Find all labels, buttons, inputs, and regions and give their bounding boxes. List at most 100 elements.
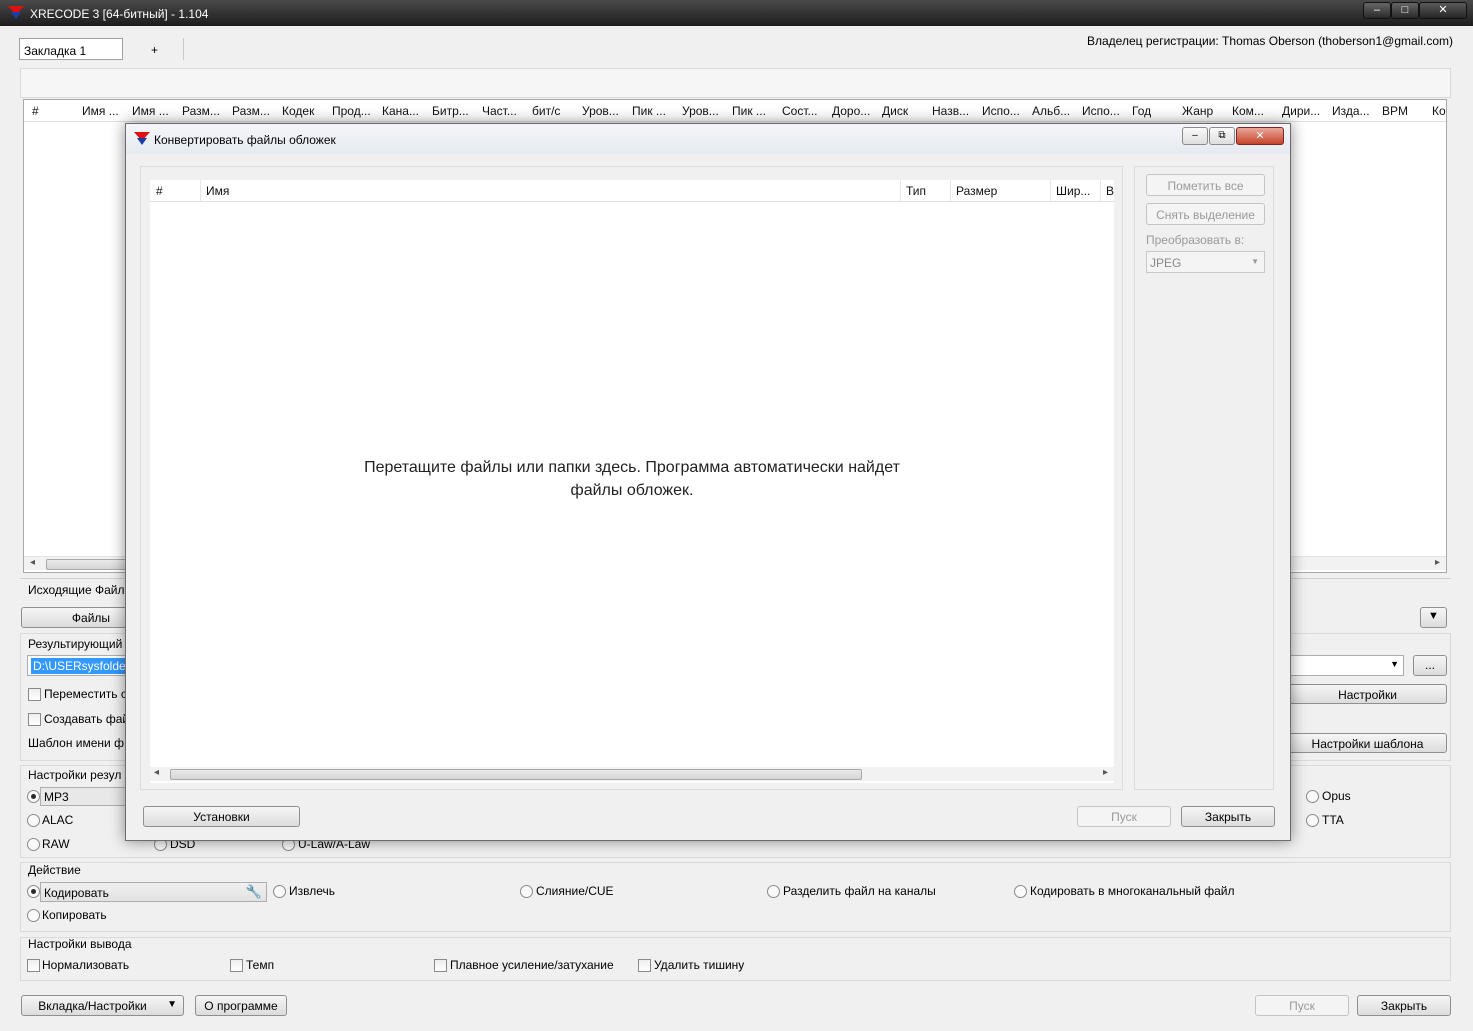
column-header[interactable]: бит/с [532,104,580,118]
cover-list-header: # Имя Тип Размер Шир... В [150,180,1114,202]
column-separator[interactable] [1100,180,1101,201]
encode-field[interactable]: Кодировать 🔧 [40,882,267,902]
mark-all-button[interactable]: Пометить все [1146,174,1265,196]
column-header[interactable]: Прод... [332,104,380,118]
raw-radio[interactable] [27,838,40,851]
dialog-close-action-button[interactable]: Закрыть [1181,806,1275,827]
dialog-title-bar: Конвертировать файлы обложек – ⧉ ✕ [126,124,1290,154]
file-list-scroll-thumb[interactable] [46,559,136,570]
tab-1[interactable]: Закладка 1 [19,38,123,60]
cover-column-header[interactable]: Тип [906,184,954,198]
column-header[interactable]: Испо... [1082,104,1130,118]
column-header[interactable]: Ком... [1232,104,1280,118]
browse-button[interactable]: ... [1413,655,1447,676]
maximize-button[interactable]: □ [1391,2,1419,19]
fade-checkbox[interactable] [434,959,447,972]
mp3-radio[interactable] [27,790,40,803]
close-window-button[interactable]: ✕ [1419,2,1467,19]
dialog-close-button[interactable]: ✕ [1236,127,1284,145]
column-separator[interactable] [200,180,201,201]
column-header[interactable]: Пик ... [632,104,680,118]
silence-label: Удалить тишину [654,958,745,972]
add-tab-label: + [150,43,158,57]
cover-column-header[interactable]: Размер [956,184,1054,198]
column-header[interactable]: Год [1132,104,1180,118]
tab-settings-button[interactable]: Вкладка/Настройки ▼ [21,995,184,1016]
tempo-checkbox[interactable] [230,959,243,972]
dialog-settings-button[interactable]: Установки [143,806,300,827]
split-radio[interactable] [767,885,780,898]
column-header[interactable]: Пик ... [732,104,780,118]
move-label: Переместить с [44,687,127,701]
output-settings-button[interactable]: Настройки [1288,684,1447,704]
about-button[interactable]: О программе [195,995,287,1016]
column-header[interactable]: Изда... [1332,104,1380,118]
column-header[interactable]: Назв... [932,104,980,118]
tempo-label: Темп [246,958,275,972]
column-header[interactable]: BPM [1382,104,1430,118]
unselect-button[interactable]: Снять выделение [1146,203,1265,225]
column-header[interactable]: Имя ... [132,104,180,118]
column-header[interactable]: Кана... [382,104,430,118]
scroll-left-icon[interactable]: ◂ [154,767,159,778]
cover-column-header[interactable]: В [1106,184,1114,198]
cover-list-scroll-thumb[interactable] [170,769,862,780]
extract-radio[interactable] [273,885,286,898]
multichannel-radio[interactable] [1014,885,1027,898]
scroll-right-icon[interactable]: ▸ [1435,557,1440,568]
tta-radio[interactable] [1306,814,1319,827]
column-header[interactable]: Испо... [982,104,1030,118]
dialog-minimize-button[interactable]: – [1182,127,1208,145]
scroll-right-icon[interactable]: ▸ [1103,767,1108,778]
encode-radio[interactable] [27,885,40,898]
column-separator[interactable] [900,180,901,201]
template-settings-button[interactable]: Настройки шаблона [1288,733,1447,753]
column-header[interactable]: # [32,104,80,118]
column-header[interactable]: Уров... [682,104,730,118]
scroll-left-icon[interactable]: ◂ [30,557,35,568]
dialog-start-button[interactable]: Пуск [1077,806,1171,827]
cover-column-header[interactable]: # [156,184,204,198]
output-label: Результирующий [28,637,123,651]
column-header[interactable]: Диск [882,104,930,118]
alac-radio[interactable] [27,814,40,827]
cover-column-header[interactable]: Имя [206,184,746,198]
column-header[interactable]: Кодек [282,104,330,118]
dialog-maximize-button[interactable]: ⧉ [1209,127,1235,145]
column-header[interactable]: Разм... [182,104,230,118]
column-header[interactable]: Част... [482,104,530,118]
cover-list-scrollbar[interactable]: ◂ ▸ [150,767,1114,781]
column-header[interactable]: Жанр [1182,104,1230,118]
column-header[interactable]: Уров... [582,104,630,118]
column-header[interactable]: Имя ... [82,104,130,118]
format-select[interactable]: JPEG ▼ [1146,251,1265,273]
mp3-format-field[interactable]: MP3 [40,787,130,806]
chevron-down-icon: ▼ [1428,610,1439,622]
minimize-button[interactable]: – [1363,2,1391,19]
column-header[interactable]: Дири... [1282,104,1330,118]
merge-radio[interactable] [520,885,533,898]
cover-file-list[interactable]: # Имя Тип Размер Шир... В Перетащите файлы ил… [150,180,1114,783]
copy-radio[interactable] [27,909,40,922]
source-files-label: Исходящие Файлы [28,583,134,597]
column-header[interactable]: Разм... [232,104,280,118]
move-checkbox[interactable] [28,688,41,701]
close-button[interactable]: Закрыть [1357,995,1451,1016]
expand-dropdown-button[interactable]: ▼ [1420,607,1447,628]
chevron-down-icon[interactable]: ▼ [1390,659,1399,669]
column-header[interactable]: Битр... [432,104,480,118]
create-folder-checkbox[interactable] [28,713,41,726]
column-header[interactable]: Доро... [832,104,880,118]
normalize-checkbox[interactable] [27,959,40,972]
start-button[interactable]: Пуск [1255,995,1349,1016]
wrench-icon[interactable]: 🔧 [246,884,262,900]
column-separator[interactable] [950,180,951,201]
opus-radio[interactable] [1306,790,1319,803]
column-header[interactable]: Ко [1432,104,1446,118]
silence-checkbox[interactable] [638,959,651,972]
column-header[interactable]: Сост... [782,104,830,118]
add-tab-button[interactable]: + [126,38,184,60]
column-separator[interactable] [1050,180,1051,201]
column-header[interactable]: Альб... [1032,104,1080,118]
cover-column-header[interactable]: Шир... [1056,184,1104,198]
